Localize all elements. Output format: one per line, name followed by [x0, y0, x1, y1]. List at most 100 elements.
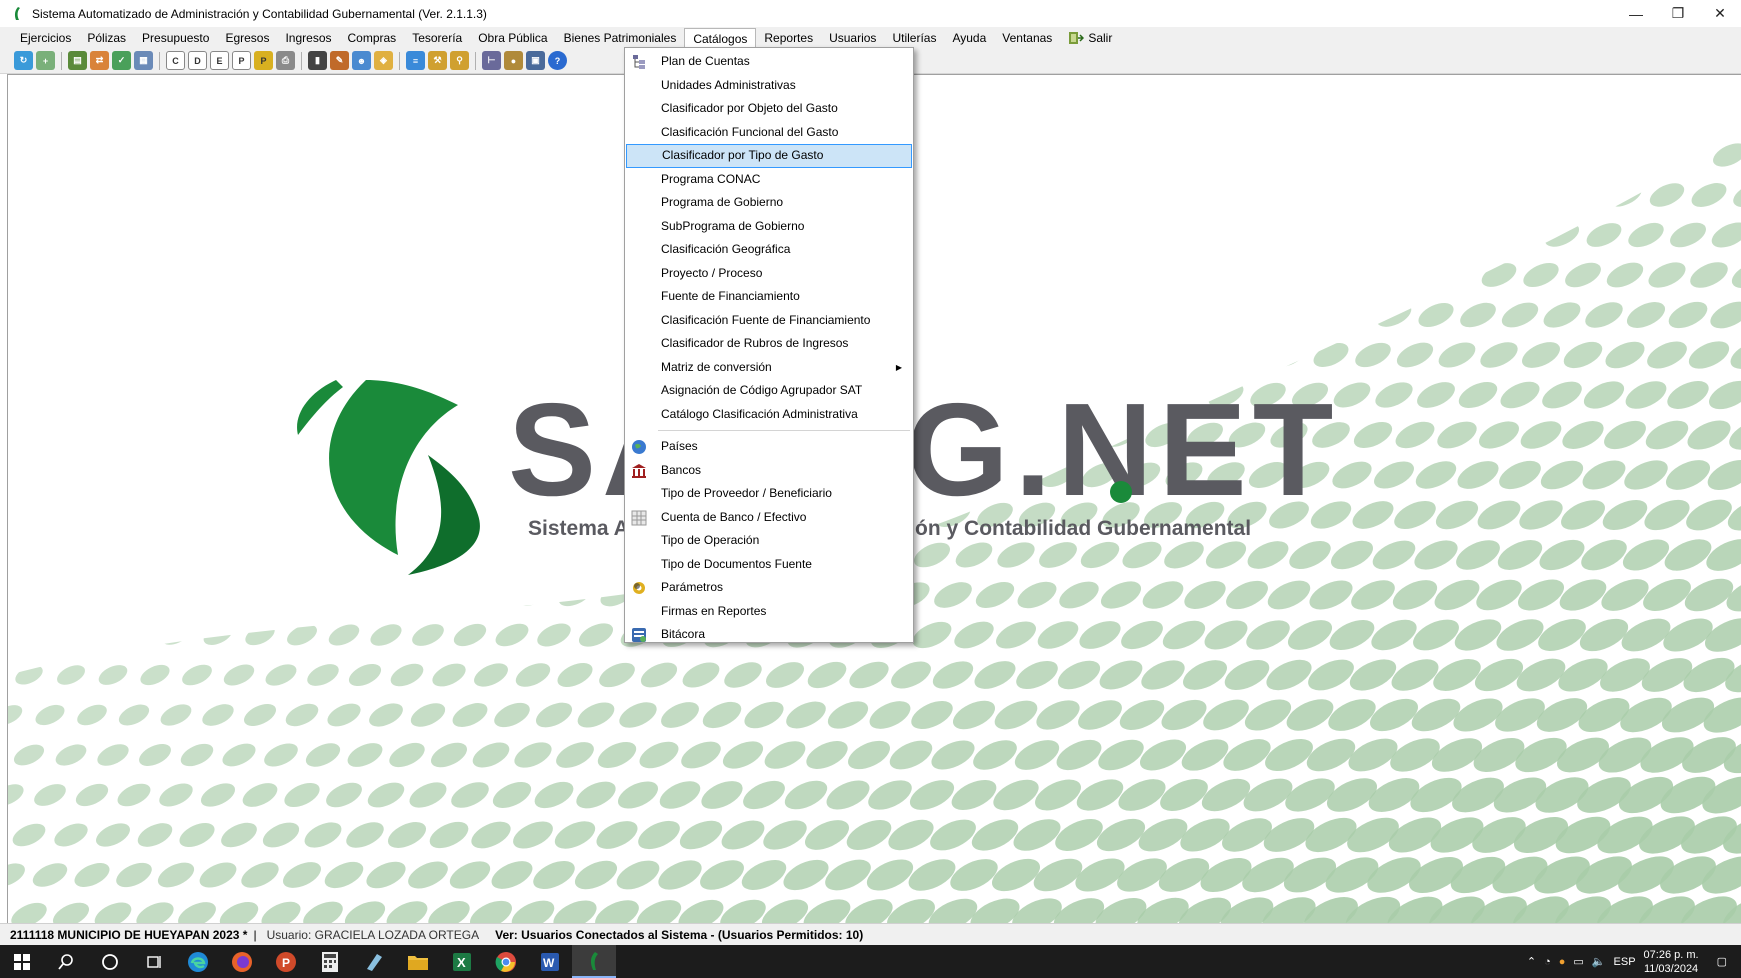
p-yellow-icon[interactable]: P — [254, 51, 273, 70]
refresh-icon[interactable]: ↻ — [14, 51, 33, 70]
coins-icon[interactable]: ● — [504, 51, 523, 70]
menuitem-unidades-administrativas[interactable]: Unidades Administrativas — [626, 74, 912, 98]
print-icon[interactable]: ▤ — [68, 51, 87, 70]
calculator-icon[interactable]: ▣ — [526, 51, 545, 70]
notes-icon[interactable] — [352, 945, 396, 978]
minimize-button[interactable]: — — [1615, 0, 1657, 27]
menuitem-tipo-operacion[interactable]: Tipo de Operación — [626, 529, 912, 553]
menuitem-bitacora[interactable]: Bitácora — [626, 623, 912, 647]
excel-icon[interactable]: X — [440, 945, 484, 978]
menuitem-programa-gobierno[interactable]: Programa de Gobierno — [626, 191, 912, 215]
help-icon[interactable]: ? — [548, 51, 567, 70]
users-icon[interactable]: ☻ — [352, 51, 371, 70]
tree-icon[interactable]: ⊢ — [482, 51, 501, 70]
menu-usuarios[interactable]: Usuarios — [821, 28, 884, 48]
clipboard-icon[interactable]: ▮ — [308, 51, 327, 70]
close-button[interactable]: ✕ — [1699, 0, 1741, 27]
firefox-icon[interactable] — [220, 945, 264, 978]
menuitem-clasificacion-fuente-financiamiento[interactable]: Clasificación Fuente de Financiamiento — [626, 309, 912, 333]
menuitem-clasificador-rubros-ingresos[interactable]: Clasificador de Rubros de Ingresos — [626, 332, 912, 356]
calculator-icon[interactable] — [308, 945, 352, 978]
menuitem-clasificador-objeto-gasto[interactable]: Clasificador por Objeto del Gasto — [626, 97, 912, 121]
menu-ayuda[interactable]: Ayuda — [944, 28, 994, 48]
menuitem-programa-conac[interactable]: Programa CONAC — [626, 168, 912, 192]
background-dot — [52, 902, 90, 923]
e-button-icon[interactable]: E — [210, 51, 229, 70]
edit-icon[interactable]: ✎ — [330, 51, 349, 70]
menuitem-plan-de-cuentas[interactable]: Plan de Cuentas — [626, 50, 912, 74]
notification-icon[interactable]: ▢ — [1717, 955, 1727, 968]
menuitem-asignacion-codigo-sat[interactable]: Asignación de Código Agrupador SAT — [626, 379, 912, 403]
menuitem-matriz-conversion[interactable]: Matriz de conversión ▶ — [626, 356, 912, 380]
menu-salir[interactable]: Salir — [1060, 28, 1120, 48]
menu-presupuesto[interactable]: Presupuesto — [134, 28, 217, 48]
menu-ventanas[interactable]: Ventanas — [994, 28, 1060, 48]
menu-polizas[interactable]: Pólizas — [79, 28, 134, 48]
menu-ingresos[interactable]: Ingresos — [277, 28, 339, 48]
menu-obra-publica[interactable]: Obra Pública — [470, 28, 555, 48]
background-dot — [428, 901, 470, 923]
menu-tesoreria[interactable]: Tesorería — [404, 28, 470, 48]
new-document-icon[interactable]: + — [36, 51, 55, 70]
printer-icon[interactable]: ⎙ — [276, 51, 295, 70]
background-dot — [1355, 342, 1391, 368]
volume-icon[interactable]: 🔈 — [1592, 955, 1606, 968]
menuitem-paises[interactable]: Países — [626, 435, 912, 459]
update-icon[interactable]: ● — [1559, 956, 1566, 968]
menuitem-subprograma-gobierno[interactable]: SubPrograma de Gobierno — [626, 215, 912, 239]
word-icon[interactable]: W — [528, 945, 572, 978]
search-icon[interactable] — [44, 945, 88, 978]
menuitem-proyecto-proceso[interactable]: Proyecto / Proceso — [626, 262, 912, 286]
cortana-icon[interactable] — [88, 945, 132, 978]
task-view-icon[interactable] — [132, 945, 176, 978]
file-explorer-icon[interactable] — [396, 945, 440, 978]
tools-icon[interactable]: ⚒ — [428, 51, 447, 70]
background-dot — [1224, 659, 1270, 691]
menuitem-fuente-financiamiento[interactable]: Fuente de Financiamiento — [626, 285, 912, 309]
menu-compras[interactable]: Compras — [340, 28, 405, 48]
saacg-icon[interactable] — [572, 945, 616, 978]
background-dot — [141, 585, 169, 605]
menuitem-tipo-documentos-fuente[interactable]: Tipo de Documentos Fuente — [626, 553, 912, 577]
menu-utilerias[interactable]: Utilerías — [884, 28, 944, 48]
grid-icon[interactable]: ▦ — [134, 51, 153, 70]
menuitem-clasificador-tipo-gasto[interactable]: Clasificador por Tipo de Gasto — [626, 144, 912, 168]
menuitem-firmas-reportes[interactable]: Firmas en Reportes — [626, 600, 912, 624]
menu-bienes-patrimoniales[interactable]: Bienes Patrimoniales — [556, 28, 685, 48]
edge-icon[interactable] — [176, 945, 220, 978]
menuitem-clasificacion-funcional-gasto[interactable]: Clasificación Funcional del Gasto — [626, 121, 912, 145]
list-icon[interactable]: ≡ — [406, 51, 425, 70]
package-icon[interactable]: ◈ — [374, 51, 393, 70]
menuitem-cuenta-banco[interactable]: Cuenta de Banco / Efectivo — [626, 506, 912, 530]
clock[interactable]: 07:26 p. m. 11/03/2024 — [1644, 948, 1699, 976]
chrome-icon[interactable] — [484, 945, 528, 978]
background-dot — [246, 545, 274, 565]
menuitem-parametros[interactable]: Parámetros — [626, 576, 912, 600]
menu-catalogos[interactable]: Catálogos — [684, 27, 757, 48]
status-connected-users[interactable]: Ver: Usuarios Conectados al Sistema - (U… — [495, 928, 863, 942]
menu-reportes[interactable]: Reportes — [756, 28, 821, 48]
c-button-icon[interactable]: C — [166, 51, 185, 70]
menu-egresos[interactable]: Egresos — [217, 28, 277, 48]
wifi-icon[interactable]: ◔ — [1544, 956, 1551, 968]
powerpoint-icon[interactable]: P — [264, 945, 308, 978]
chevron-up-icon[interactable]: ⌃ — [1527, 955, 1536, 968]
background-dot — [460, 228, 480, 242]
background-dot — [1035, 779, 1081, 811]
background-dot — [1411, 698, 1461, 732]
menu-ejercicios[interactable]: Ejercicios — [12, 28, 79, 48]
language-indicator[interactable]: ESP — [1614, 956, 1636, 968]
battery-icon[interactable]: ▭ — [1573, 955, 1583, 968]
start-icon[interactable] — [0, 945, 44, 978]
restore-button[interactable]: ❐ — [1657, 0, 1699, 27]
p-button-icon[interactable]: P — [232, 51, 251, 70]
d-button-icon[interactable]: D — [188, 51, 207, 70]
transfer-icon[interactable]: ⇄ — [90, 51, 109, 70]
menuitem-tipo-proveedor[interactable]: Tipo de Proveedor / Beneficiario — [626, 482, 912, 506]
menuitem-bancos[interactable]: Bancos — [626, 459, 912, 483]
check-icon[interactable]: ✓ — [112, 51, 131, 70]
search-icon[interactable]: ⚲ — [450, 51, 469, 70]
background-dot — [891, 661, 931, 689]
menuitem-catalogo-clasificacion-administrativa[interactable]: Catálogo Clasificación Administrativa — [626, 403, 912, 427]
menuitem-clasificacion-geografica[interactable]: Clasificación Geográfica — [626, 238, 912, 262]
